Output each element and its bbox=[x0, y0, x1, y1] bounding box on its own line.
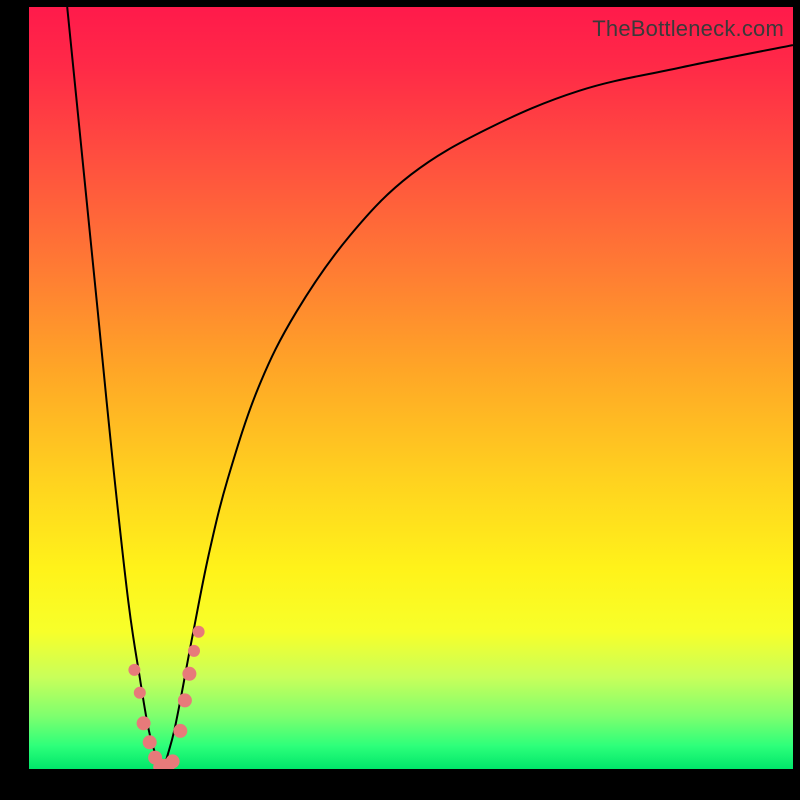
data-marker bbox=[173, 724, 187, 738]
data-marker bbox=[143, 735, 157, 749]
curves-svg bbox=[29, 7, 793, 769]
chart-container: TheBottleneck.com bbox=[0, 0, 800, 800]
left-curve bbox=[67, 7, 163, 769]
data-marker bbox=[137, 716, 151, 730]
data-marker bbox=[134, 687, 146, 699]
right-curve bbox=[164, 45, 794, 769]
plot-area: TheBottleneck.com bbox=[29, 7, 793, 769]
data-marker bbox=[182, 667, 196, 681]
markers-group bbox=[128, 626, 204, 769]
data-marker bbox=[128, 664, 140, 676]
data-marker bbox=[188, 645, 200, 657]
data-marker bbox=[193, 626, 205, 638]
data-marker bbox=[178, 693, 192, 707]
data-marker bbox=[166, 754, 180, 768]
